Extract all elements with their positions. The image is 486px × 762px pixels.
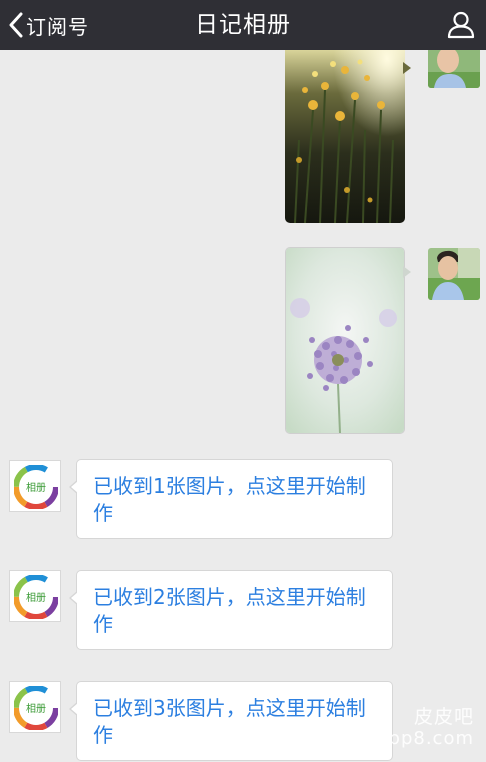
reply-link-text[interactable]: 已收到1张图片，点这里开始制作 bbox=[93, 473, 376, 527]
reply-link-text[interactable]: 已收到2张图片，点这里开始制作 bbox=[93, 584, 376, 638]
person-icon bbox=[447, 11, 475, 39]
reply-link-text[interactable]: 已收到3张图片，点这里开始制作 bbox=[93, 695, 376, 749]
reply-bubble[interactable]: 已收到2张图片，点这里开始制作 bbox=[69, 570, 393, 650]
user-avatar[interactable] bbox=[428, 50, 480, 88]
svg-text:相册: 相册 bbox=[26, 481, 46, 494]
bot-avatar[interactable]: 相册 bbox=[9, 681, 61, 733]
svg-text:相册: 相册 bbox=[26, 591, 46, 604]
reply-bubble[interactable]: 已收到1张图片，点这里开始制作 bbox=[69, 459, 393, 539]
bot-avatar[interactable]: 相册 bbox=[9, 460, 61, 512]
bubble-tail bbox=[403, 62, 411, 74]
top-navigation-bar: 订阅号 日记相册 bbox=[0, 0, 486, 50]
page-title: 日记相册 bbox=[195, 12, 291, 38]
svg-text:相册: 相册 bbox=[26, 702, 46, 715]
sent-image-allium[interactable] bbox=[285, 247, 405, 434]
bot-avatar[interactable]: 相册 bbox=[9, 570, 61, 622]
reply-bubble[interactable]: 已收到3张图片，点这里开始制作 bbox=[69, 681, 393, 761]
profile-button[interactable] bbox=[446, 10, 476, 40]
bubble-tail bbox=[403, 266, 411, 278]
user-avatar[interactable] bbox=[428, 248, 480, 300]
sent-image-flowers[interactable] bbox=[285, 50, 405, 223]
